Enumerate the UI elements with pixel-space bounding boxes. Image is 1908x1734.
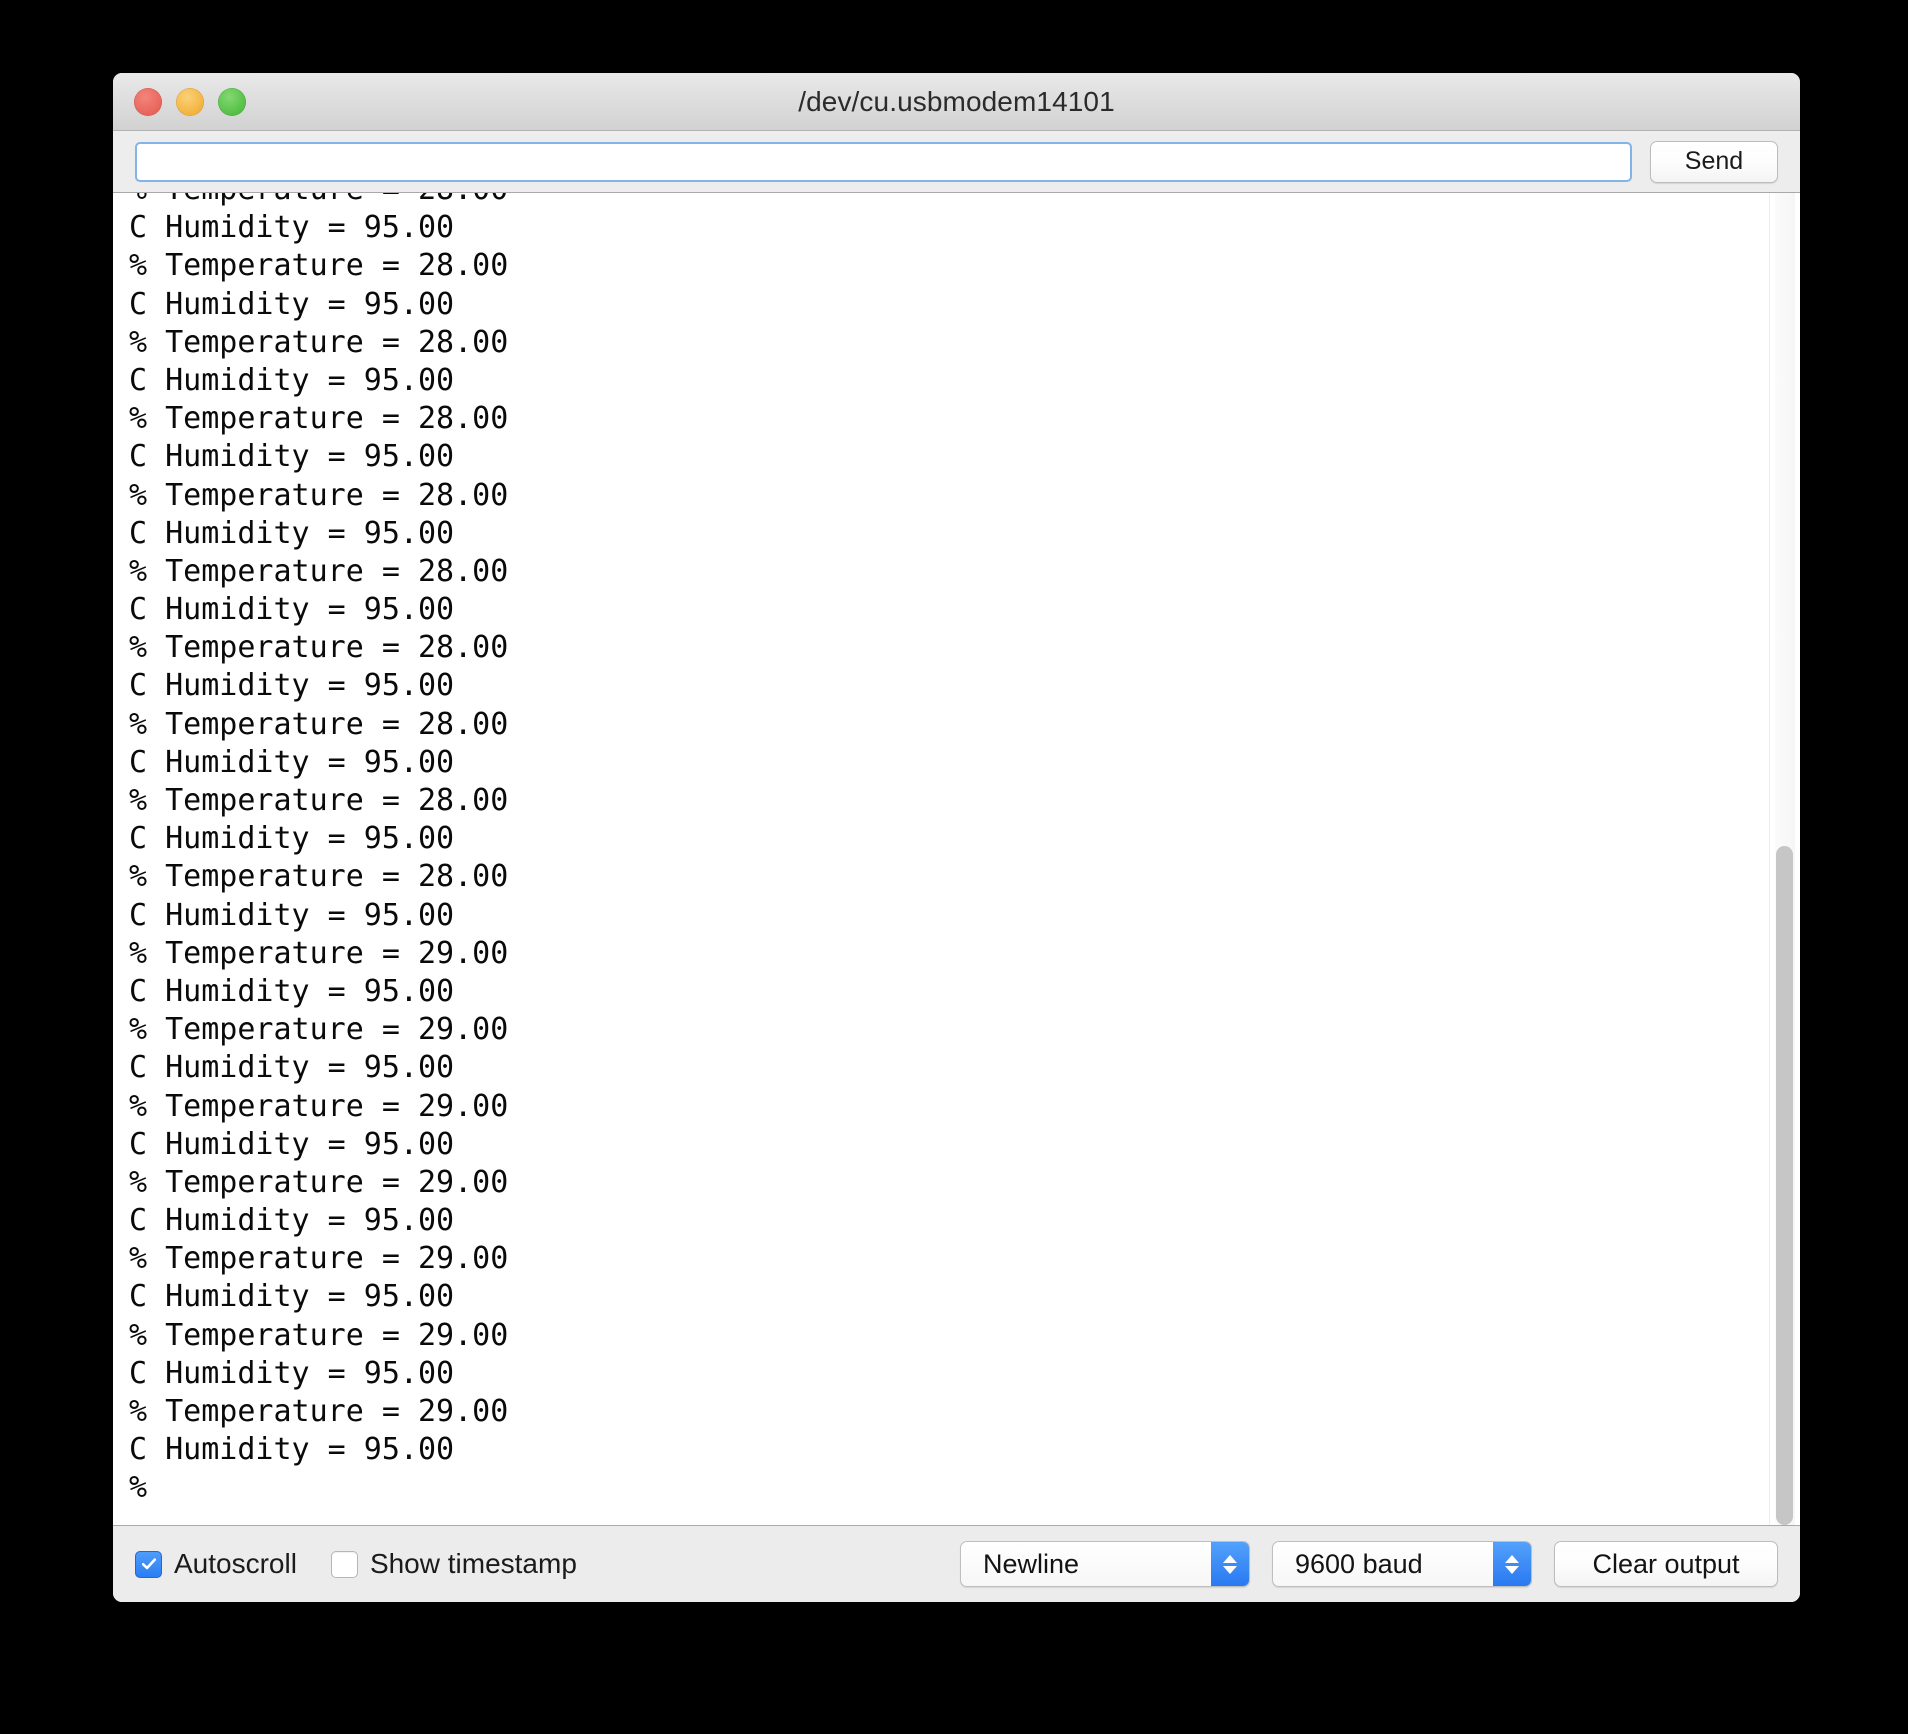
console-line: C Humidity = 95.00	[129, 1203, 455, 1239]
console-line: % Temperature = 29.00	[129, 1394, 509, 1429]
autoscroll-checkbox[interactable]	[135, 1550, 162, 1578]
clear-output-button[interactable]: Clear output	[1554, 1541, 1778, 1587]
console-line: % Temperature = 28.00	[129, 783, 509, 818]
console-line: C Humidity = 95.00	[129, 744, 455, 780]
console-line: % Temperature = 29.00	[129, 1164, 509, 1200]
console-line: % Temperature = 28.00	[129, 324, 509, 360]
send-bar: Send	[113, 131, 1800, 193]
serial-command-input[interactable]	[135, 141, 1632, 182]
show-timestamp-option[interactable]: Show timestamp	[330, 1548, 577, 1580]
console-line: % Temperature = 29.00	[129, 1088, 509, 1124]
console-line: C Humidity = 95.00	[129, 973, 455, 1009]
console-line: C Humidity = 95.00	[129, 821, 455, 857]
console-line: % Temperature = 29.00	[129, 1012, 509, 1048]
console-line: %	[129, 1470, 148, 1506]
console-line: C Humidity = 95.00	[129, 1279, 455, 1315]
console-line: C Humidity = 95.00	[129, 286, 455, 322]
console-line: C Humidity = 95.00	[129, 439, 455, 475]
baud-rate-value: 9600 baud	[1295, 1548, 1423, 1579]
bottom-toolbar: Autoscroll Show timestamp Newline 9600 b…	[113, 1526, 1800, 1602]
console-line: C Humidity = 95.00	[129, 897, 455, 933]
console-line: C Humidity = 95.00	[129, 1126, 455, 1162]
close-window-button[interactable]	[134, 87, 162, 116]
console-line: % Temperature = 29.00	[129, 935, 509, 971]
console-line: C Humidity = 95.00	[129, 362, 455, 398]
serial-output-lines: % Temperature = 28.00C Humidity = 95.00%…	[129, 193, 508, 1508]
console-line: % Temperature = 28.00	[129, 706, 509, 742]
scrollbar-thumb[interactable]	[1776, 845, 1793, 1525]
toolbar-options: Autoscroll Show timestamp	[135, 1548, 577, 1580]
chevron-updown-icon[interactable]	[1211, 1542, 1249, 1586]
console-line: C Humidity = 95.00	[129, 210, 455, 246]
console-line: C Humidity = 95.00	[129, 1050, 455, 1086]
maximize-window-button[interactable]	[218, 87, 246, 116]
show-timestamp-checkbox[interactable]	[330, 1550, 358, 1578]
serial-output-console[interactable]: % Temperature = 28.00C Humidity = 95.00%…	[113, 193, 1769, 1525]
console-line: % Temperature = 29.00	[129, 1241, 509, 1277]
baud-rate-select[interactable]: 9600 baud	[1272, 1541, 1532, 1587]
send-button[interactable]: Send	[1650, 140, 1778, 183]
screen: /dev/cu.usbmodem14101 Send % Temperature…	[0, 0, 1908, 1734]
console-line: % Temperature = 28.00	[129, 248, 509, 284]
console-line: % Temperature = 28.00	[129, 193, 508, 209]
chevron-updown-icon[interactable]	[1493, 1542, 1531, 1586]
console-line: C Humidity = 95.00	[129, 1355, 455, 1391]
console-line: % Temperature = 28.00	[129, 859, 509, 895]
autoscroll-option[interactable]: Autoscroll	[135, 1548, 297, 1580]
console-line: % Temperature = 28.00	[129, 630, 509, 666]
check-icon	[141, 1558, 156, 1570]
console-line: C Humidity = 95.00	[129, 515, 455, 551]
minimize-window-button[interactable]	[176, 87, 204, 116]
line-ending-value: Newline	[983, 1548, 1080, 1579]
serial-output-area: % Temperature = 28.00C Humidity = 95.00%…	[113, 193, 1800, 1526]
console-line: % Temperature = 28.00	[129, 401, 509, 437]
console-line: % Temperature = 28.00	[129, 553, 509, 589]
window-title: /dev/cu.usbmodem14101	[798, 86, 1115, 117]
console-line: C Humidity = 95.00	[129, 668, 455, 704]
window-titlebar: /dev/cu.usbmodem14101	[113, 73, 1800, 131]
serial-monitor-window: /dev/cu.usbmodem14101 Send % Temperature…	[113, 73, 1800, 1602]
autoscroll-label: Autoscroll	[174, 1548, 297, 1579]
console-line: C Humidity = 95.00	[129, 592, 455, 628]
line-ending-select[interactable]: Newline	[960, 1541, 1250, 1587]
console-line: % Temperature = 28.00	[129, 477, 509, 513]
traffic-lights	[134, 73, 246, 130]
console-line: C Humidity = 95.00	[129, 1432, 455, 1468]
show-timestamp-label: Show timestamp	[369, 1548, 577, 1579]
toolbar-controls: Newline 9600 baud Clear output	[960, 1526, 1778, 1602]
console-line: % Temperature = 29.00	[129, 1317, 509, 1353]
vertical-scrollbar[interactable]	[1769, 193, 1800, 1525]
